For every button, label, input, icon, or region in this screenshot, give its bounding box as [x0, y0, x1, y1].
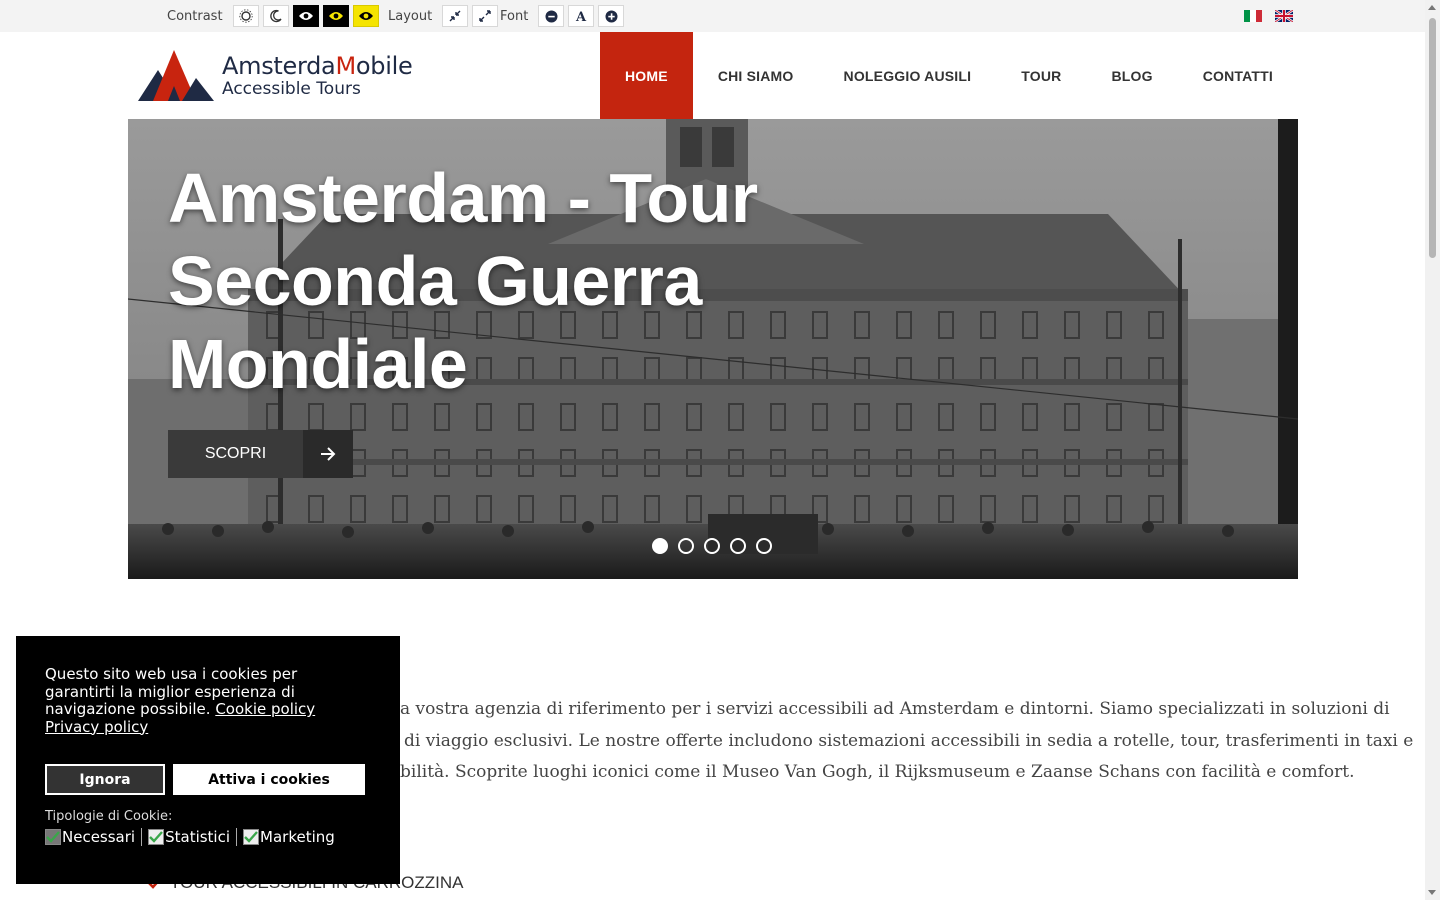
font-increase-button[interactable] [598, 5, 625, 27]
cookie-policy-link[interactable]: Cookie policy [215, 700, 315, 718]
necessary-checkbox [45, 829, 61, 845]
nav-item-noleggio-ausili[interactable]: NOLEGGIO AUSILI [819, 32, 997, 119]
main-nav: HOME CHI SIAMO NOLEGGIO AUSILI TOUR BLOG… [600, 32, 1298, 119]
nav-item-blog[interactable]: BLOG [1086, 32, 1177, 119]
hero-title: Amsterdam - Tour Seconda Guerra Mondiale [168, 159, 758, 403]
contrast-normal-button[interactable] [232, 5, 259, 27]
brand-subtitle: Accessible Tours [222, 79, 361, 99]
font-label: Font [500, 8, 529, 24]
svg-text:A: A [575, 10, 587, 23]
layout-compress-button[interactable] [442, 5, 469, 27]
slide-dot-3[interactable] [704, 538, 720, 554]
scrollbar-thumb[interactable] [1429, 18, 1436, 258]
italian-flag-icon[interactable] [1244, 10, 1262, 22]
cookie-type-label: Statistici [165, 828, 231, 846]
discover-button-label: SCOPRI [204, 445, 267, 462]
contrast-yellow-black-button[interactable] [322, 5, 349, 27]
compress-icon [449, 10, 461, 22]
statistics-checkbox[interactable] [148, 829, 165, 845]
moon-icon [269, 9, 282, 23]
contrast-black-yellow-button[interactable] [352, 5, 379, 27]
slide-dot-5[interactable] [756, 538, 772, 554]
check-icon [46, 831, 60, 843]
font-decrease-button[interactable] [538, 5, 565, 27]
contrast-high-button[interactable] [292, 5, 319, 27]
cookie-type-label: Marketing [260, 828, 335, 846]
minus-circle-icon [545, 10, 558, 22]
divider [141, 828, 143, 846]
nav-item-contatti[interactable]: CONTATTI [1178, 32, 1298, 119]
ignore-cookies-button[interactable]: Ignora [45, 764, 165, 795]
contrast-group: Contrast [167, 5, 379, 27]
plus-circle-icon [605, 10, 618, 22]
nav-item-home[interactable]: HOME [600, 32, 693, 119]
slide-dot-1[interactable] [652, 538, 668, 554]
slide-dot-2[interactable] [678, 538, 694, 554]
intro-line-2: di viaggio esclusivi. Le nostre offerte … [404, 730, 1414, 751]
intro-line-3: bilità. Scoprite luoghi iconici come il … [400, 762, 1355, 782]
cookie-banner: Questo sito web usa i cookies per garant… [16, 636, 400, 884]
layout-label: Layout [388, 8, 433, 24]
logo-mark-icon [138, 50, 214, 101]
contrast-label: Contrast [167, 8, 223, 24]
layout-group: Layout [388, 5, 499, 27]
cookie-type-necessary: Necessari [45, 828, 135, 846]
eye-icon [328, 12, 343, 20]
cookie-type-marketing: Marketing [243, 828, 335, 846]
font-reset-button[interactable]: A [568, 5, 595, 27]
page-scrollbar[interactable] [1425, 0, 1440, 900]
marketing-checkbox[interactable] [243, 829, 260, 845]
cookie-buttons: Ignora Attiva i cookies [45, 764, 365, 795]
font-group: Font A [500, 5, 625, 27]
cookie-types: Necessari Statistici Marketing [45, 828, 335, 846]
slider-pagination [652, 538, 772, 554]
scroll-down-icon[interactable] [1428, 890, 1436, 895]
divider [236, 828, 238, 846]
eye-icon [358, 12, 373, 20]
cookie-type-statistics: Statistici [148, 828, 230, 846]
accessibility-toolbar: Contrast Layout Font A [0, 0, 1425, 32]
check-icon [149, 831, 163, 843]
layout-expand-button[interactable] [472, 5, 499, 27]
brand-name: AmsterdaMobile [222, 52, 413, 80]
discover-button[interactable]: SCOPRI [168, 430, 353, 478]
sun-icon [238, 9, 253, 23]
english-flag-icon[interactable] [1275, 10, 1293, 22]
expand-icon [479, 10, 491, 22]
nav-item-tour[interactable]: TOUR [996, 32, 1086, 119]
check-icon [244, 831, 258, 843]
slide-dot-4[interactable] [730, 538, 746, 554]
accept-cookies-button[interactable]: Attiva i cookies [173, 764, 365, 795]
cookie-type-label: Necessari [62, 828, 136, 846]
arrow-right-icon [303, 430, 353, 478]
cookie-types-label: Tipologie di Cookie: [45, 809, 173, 824]
intro-line-1: a vostra agenzia di riferimento per i se… [400, 699, 1390, 719]
logo-text: AmsterdaMobile Accessible Tours [222, 52, 413, 99]
font-icon: A [575, 10, 587, 23]
contrast-dark-button[interactable] [262, 5, 289, 27]
scroll-up-icon[interactable] [1428, 5, 1436, 10]
eye-icon [298, 12, 313, 20]
nav-item-chi-siamo[interactable]: CHI SIAMO [693, 32, 819, 119]
site-logo[interactable]: AmsterdaMobile Accessible Tours [138, 48, 428, 104]
privacy-policy-link[interactable]: Privacy policy [45, 718, 148, 736]
cookie-message-block: Questo sito web usa i cookies per garant… [45, 665, 371, 736]
hero-slider: Amsterdam - Tour Seconda Guerra Mondiale… [128, 119, 1298, 579]
